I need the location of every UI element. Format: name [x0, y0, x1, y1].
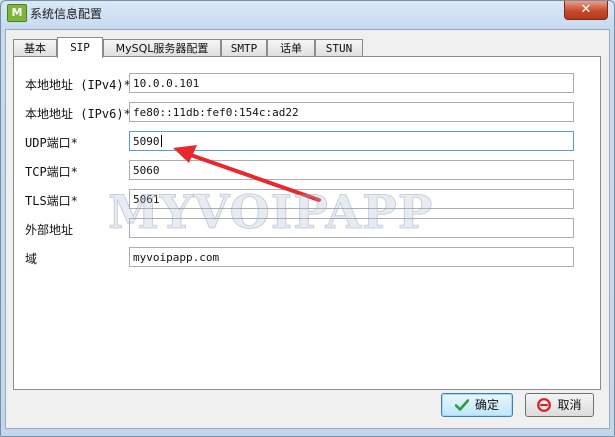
external-address-row: 外部地址 — [14, 218, 600, 240]
external-address-label: 外部地址 — [25, 223, 74, 237]
sip-settings-panel: 本地地址 (IPv4)* 10.0.0.101 本地地址 (IPv6)* fe8… — [13, 56, 601, 390]
tcp-port-input[interactable]: 5060 — [129, 160, 574, 180]
tab-stun[interactable]: STUN — [315, 39, 363, 57]
ipv4-label: 本地地址 (IPv4)* — [25, 78, 131, 92]
tcp-port-label: TCP端口* — [25, 165, 78, 179]
udp-port-label: UDP端口* — [25, 136, 78, 150]
tab-basic[interactable]: 基本 — [13, 39, 57, 57]
ipv4-row: 本地地址 (IPv4)* 10.0.0.101 — [14, 73, 600, 95]
app-icon: M — [7, 4, 27, 22]
ok-button-label: 确定 — [474, 398, 499, 412]
tab-smtp[interactable]: SMTP — [221, 39, 267, 57]
tab-mysql-server-config[interactable]: MySQL服务器配置 — [103, 39, 221, 57]
tcp-port-row: TCP端口* 5060 — [14, 160, 600, 182]
close-icon: ✕ — [580, 2, 592, 17]
ipv4-address-input[interactable]: 10.0.0.101 — [129, 73, 574, 93]
tab-sip[interactable]: SIP — [57, 37, 103, 58]
domain-row: 域 myvoipapp.com — [14, 247, 600, 269]
ipv6-address-input[interactable]: fe80::11db:fef0:154c:ad22 — [129, 102, 574, 122]
close-button[interactable]: ✕ — [564, 1, 608, 20]
ok-button[interactable]: 确定 — [441, 393, 513, 417]
domain-input[interactable]: myvoipapp.com — [129, 247, 574, 267]
tab-call-records[interactable]: 话单 — [267, 39, 315, 57]
ipv6-row: 本地地址 (IPv6)* fe80::11db:fef0:154c:ad22 — [14, 102, 600, 124]
tls-port-input[interactable]: 5061 — [129, 189, 574, 209]
text-caret — [160, 135, 162, 147]
udp-port-row: UDP端口* 5090 — [14, 131, 600, 153]
udp-port-value: 5090 — [133, 135, 160, 148]
tls-port-label: TLS端口* — [25, 194, 78, 208]
cancel-button-label: 取消 — [557, 398, 582, 412]
domain-label: 域 — [25, 252, 38, 266]
udp-port-input[interactable]: 5090 — [129, 131, 574, 151]
external-address-input[interactable] — [129, 218, 574, 238]
title-bar[interactable]: M 系统信息配置 ✕ — [1, 1, 614, 29]
cancel-button[interactable]: 取消 — [525, 393, 594, 417]
window-title: 系统信息配置 — [30, 7, 103, 21]
tls-port-row: TLS端口* 5061 — [14, 189, 600, 211]
settings-window: M 系统信息配置 ✕ 基本 SIP MySQL服务器配置 SMTP 话单 STU… — [0, 0, 615, 437]
ipv6-label: 本地地址 (IPv6)* — [25, 107, 131, 121]
dialog-body: 基本 SIP MySQL服务器配置 SMTP 话单 STUN 本地地址 (IPv… — [5, 29, 610, 429]
checkmark-icon — [454, 399, 469, 411]
no-entry-icon — [537, 398, 552, 412]
